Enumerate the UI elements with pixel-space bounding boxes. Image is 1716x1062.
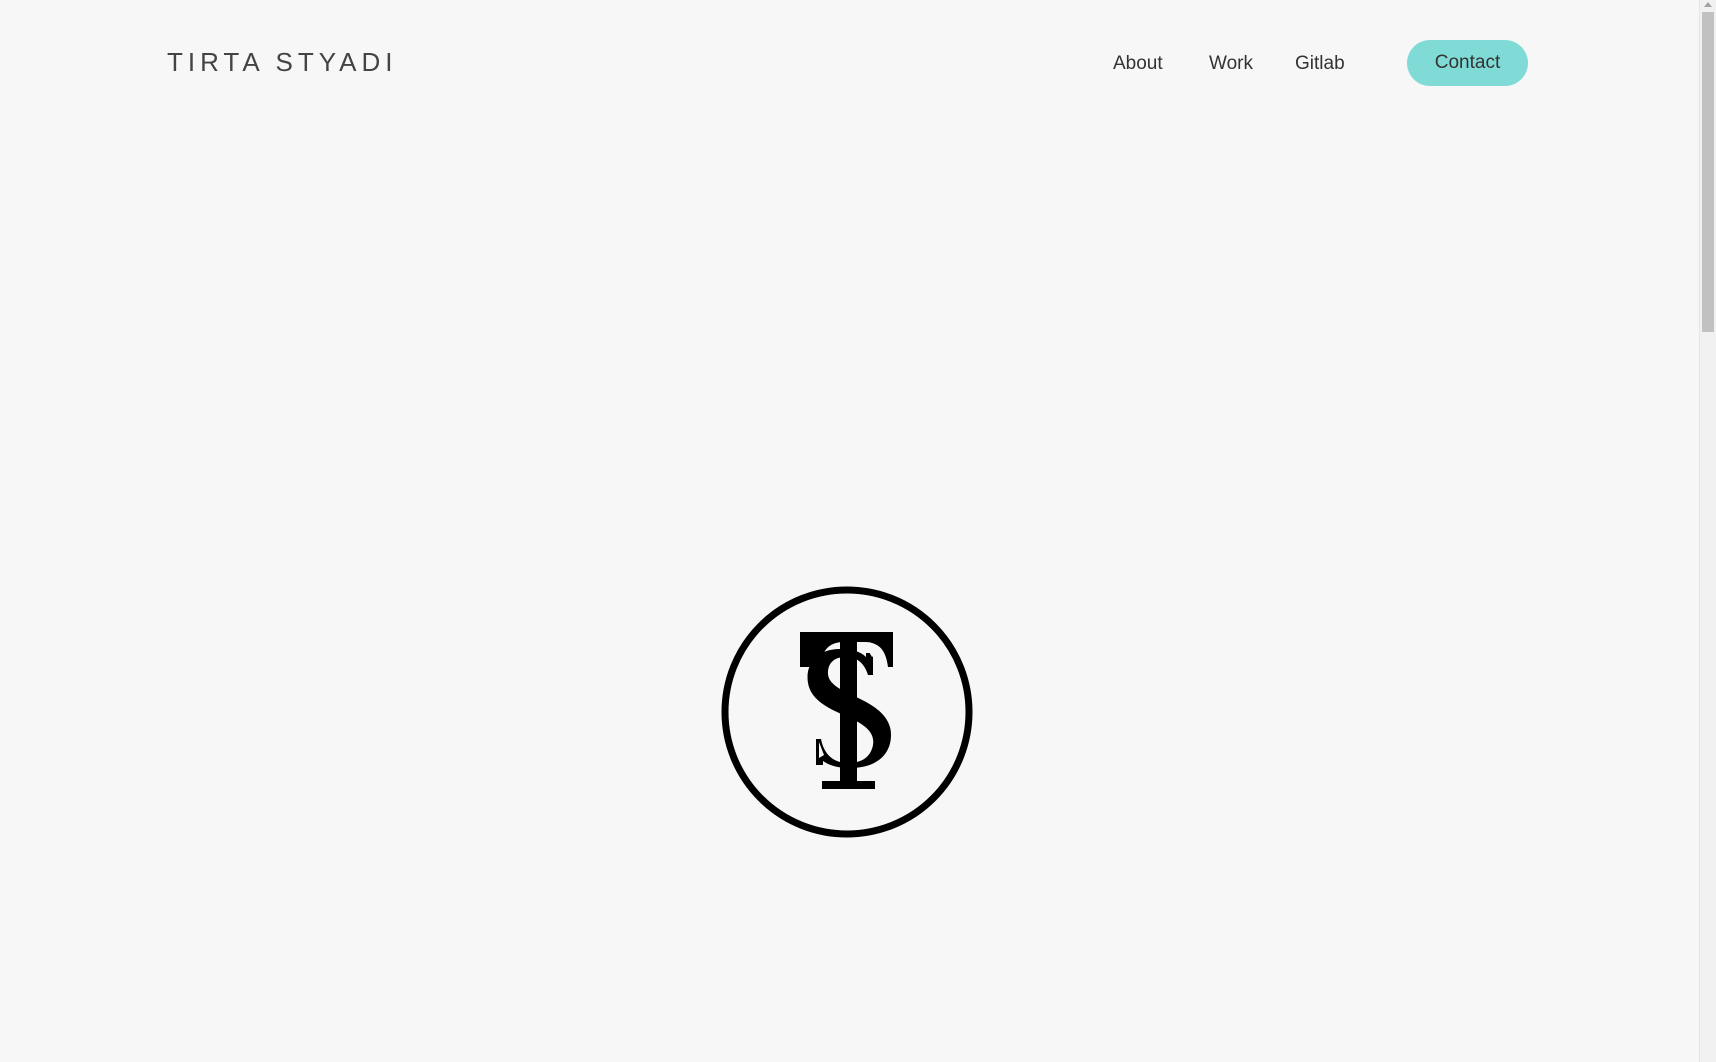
- nav-work-link[interactable]: Work: [1209, 53, 1253, 75]
- nav-about-link[interactable]: About: [1113, 53, 1163, 75]
- scroll-up-arrow-icon[interactable]: [1704, 2, 1712, 7]
- vertical-scrollbar[interactable]: [1699, 0, 1716, 1062]
- ts-monogram-icon: [720, 585, 974, 839]
- contact-button[interactable]: Contact: [1407, 40, 1528, 86]
- nav-gitlab-link[interactable]: Gitlab: [1295, 53, 1345, 75]
- brand-name[interactable]: TIRTA STYADI: [167, 47, 397, 78]
- scroll-thumb[interactable]: [1702, 12, 1714, 332]
- page: TIRTA STYADI About Work Gitlab Contact: [0, 0, 1716, 1062]
- logo-svg: [721, 586, 973, 838]
